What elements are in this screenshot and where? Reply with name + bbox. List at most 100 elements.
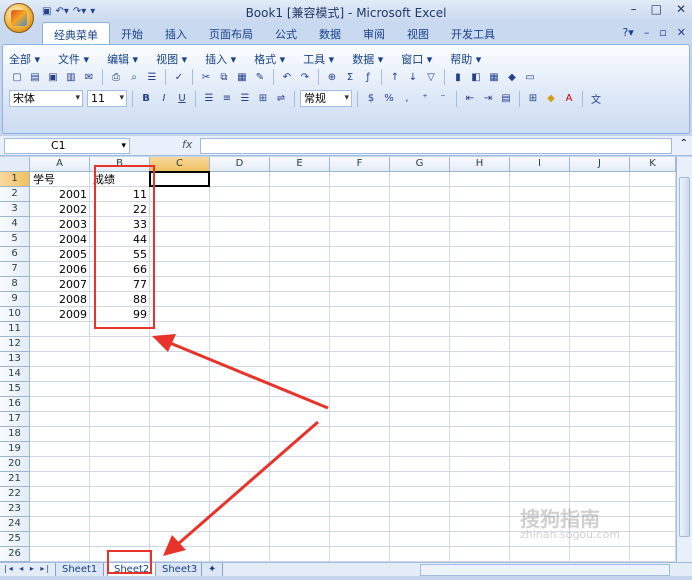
email-icon[interactable]: ✉ bbox=[81, 69, 97, 85]
classic-menu-item[interactable]: 文件 ▾ bbox=[58, 51, 89, 67]
permission-icon[interactable]: ▥ bbox=[63, 69, 79, 85]
merge-center-icon[interactable]: ⊞ bbox=[255, 91, 271, 107]
row-header[interactable]: 10 bbox=[0, 307, 30, 322]
cell[interactable]: 2008 bbox=[30, 292, 90, 307]
ribbon-tab[interactable]: 插入 bbox=[154, 22, 198, 44]
row-header[interactable]: 19 bbox=[0, 442, 30, 457]
minimize-icon[interactable]: – bbox=[631, 2, 637, 16]
row-header[interactable]: 12 bbox=[0, 337, 30, 352]
autosum-icon[interactable]: Σ bbox=[342, 69, 358, 85]
column-header[interactable]: D bbox=[210, 157, 270, 172]
column-header[interactable]: J bbox=[570, 157, 630, 172]
row-header[interactable]: 3 bbox=[0, 202, 30, 217]
sort-descending-icon[interactable]: ↓ bbox=[405, 69, 421, 85]
row-header[interactable]: 6 bbox=[0, 247, 30, 262]
increase-decimal-icon[interactable]: ⁺ bbox=[417, 91, 433, 107]
row-header[interactable]: 16 bbox=[0, 397, 30, 412]
column-header[interactable]: I bbox=[510, 157, 570, 172]
column-header[interactable]: H bbox=[450, 157, 510, 172]
print-icon[interactable]: ⎙ bbox=[108, 69, 124, 85]
insert-sheet-icon[interactable]: ✦ bbox=[201, 563, 224, 577]
classic-menu-item[interactable]: 窗口 ▾ bbox=[401, 51, 432, 67]
align-right-icon[interactable]: ☰ bbox=[237, 91, 253, 107]
row-header[interactable]: 2 bbox=[0, 187, 30, 202]
classic-menu-item[interactable]: 视图 ▾ bbox=[156, 51, 187, 67]
name-box[interactable]: C1 bbox=[4, 138, 130, 154]
row-header[interactable]: 23 bbox=[0, 502, 30, 517]
row-header[interactable]: 24 bbox=[0, 517, 30, 532]
folder-icon[interactable]: ▭ bbox=[522, 69, 538, 85]
currency-icon[interactable]: $ bbox=[363, 91, 379, 107]
ribbon-restore-icon[interactable]: ▫ bbox=[659, 26, 666, 39]
comma-icon[interactable]: , bbox=[399, 91, 415, 107]
column-header[interactable]: A bbox=[30, 157, 90, 172]
ribbon-tab[interactable]: 开发工具 bbox=[440, 22, 506, 44]
cell[interactable]: 2002 bbox=[30, 202, 90, 217]
column-header[interactable]: F bbox=[330, 157, 390, 172]
column-header[interactable]: E bbox=[270, 157, 330, 172]
row-header[interactable]: 20 bbox=[0, 457, 30, 472]
row-header[interactable]: 22 bbox=[0, 487, 30, 502]
row-header[interactable]: 21 bbox=[0, 472, 30, 487]
cell[interactable]: 2005 bbox=[30, 247, 90, 262]
close-icon[interactable]: ✕ bbox=[676, 2, 686, 16]
ribbon-close-icon[interactable]: ✕ bbox=[677, 26, 686, 39]
fill-color-icon[interactable]: ◆ bbox=[543, 91, 559, 107]
wrap-text-icon[interactable]: ⇌ bbox=[273, 91, 289, 107]
row-header[interactable]: 7 bbox=[0, 262, 30, 277]
row-header[interactable]: 5 bbox=[0, 232, 30, 247]
format-painter-icon[interactable]: ✎ bbox=[252, 69, 268, 85]
row-header[interactable]: 1 bbox=[0, 172, 30, 187]
font-color-icon[interactable]: A bbox=[561, 91, 577, 107]
ribbon-minimize-icon[interactable]: – bbox=[644, 26, 650, 39]
formula-input[interactable] bbox=[200, 138, 672, 154]
row-header[interactable]: 9 bbox=[0, 292, 30, 307]
horizontal-scrollbar[interactable] bbox=[420, 564, 670, 576]
decrease-indent-icon[interactable]: ⇤ bbox=[462, 91, 478, 107]
new-icon[interactable]: ▢ bbox=[9, 69, 25, 85]
maximize-icon[interactable]: □ bbox=[651, 2, 662, 16]
font-size-combo[interactable]: 11 bbox=[87, 90, 127, 107]
ribbon-tab[interactable]: 审阅 bbox=[352, 22, 396, 44]
drawing-icon[interactable]: ◧ bbox=[468, 69, 484, 85]
italic-button[interactable]: I bbox=[156, 91, 172, 107]
underline-button[interactable]: U bbox=[174, 91, 190, 107]
sheet-tab[interactable]: Sheet3 bbox=[155, 563, 205, 577]
cell[interactable]: 2001 bbox=[30, 187, 90, 202]
research-icon[interactable]: ☰ bbox=[144, 69, 160, 85]
classic-menu-item[interactable]: 插入 ▾ bbox=[205, 51, 236, 67]
expand-formula-bar-icon[interactable]: ⌃ bbox=[680, 138, 688, 149]
row-header[interactable]: 4 bbox=[0, 217, 30, 232]
ribbon-tab[interactable]: 公式 bbox=[264, 22, 308, 44]
cut-icon[interactable]: ✂ bbox=[198, 69, 214, 85]
row-header[interactable]: 26 bbox=[0, 547, 30, 562]
align-center-icon[interactable]: ≡ bbox=[219, 91, 235, 107]
office-button[interactable] bbox=[4, 3, 34, 33]
help-icon[interactable]: ?▾ bbox=[622, 26, 633, 39]
classic-menu-item[interactable]: 工具 ▾ bbox=[303, 51, 334, 67]
cell[interactable]: 2006 bbox=[30, 262, 90, 277]
cell[interactable]: 2003 bbox=[30, 217, 90, 232]
open-icon[interactable]: ▤ bbox=[27, 69, 43, 85]
row-header[interactable]: 18 bbox=[0, 427, 30, 442]
bold-button[interactable]: B bbox=[138, 91, 154, 107]
cell[interactable]: 2004 bbox=[30, 232, 90, 247]
classic-menu-item[interactable]: 格式 ▾ bbox=[254, 51, 285, 67]
increase-indent-icon[interactable]: ⇥ bbox=[480, 91, 496, 107]
row-header[interactable]: 13 bbox=[0, 352, 30, 367]
column-header[interactable]: K bbox=[630, 157, 676, 172]
row-header[interactable]: 14 bbox=[0, 367, 30, 382]
classic-menu-item[interactable]: 数据 ▾ bbox=[352, 51, 383, 67]
ribbon-tab[interactable]: 视图 bbox=[396, 22, 440, 44]
ribbon-tab[interactable]: 页面布局 bbox=[198, 22, 264, 44]
cell[interactable]: 2009 bbox=[30, 307, 90, 322]
insert-function-icon[interactable]: fx bbox=[182, 138, 192, 151]
ribbon-tab[interactable]: 数据 bbox=[308, 22, 352, 44]
sort-ascending-icon[interactable]: ↑ bbox=[387, 69, 403, 85]
phonetic-icon[interactable]: 文 bbox=[588, 91, 604, 107]
function-icon[interactable]: ƒ bbox=[360, 69, 376, 85]
decrease-decimal-icon[interactable]: ⁻ bbox=[435, 91, 451, 107]
print-preview-icon[interactable]: ⌕ bbox=[126, 69, 142, 85]
copy-icon[interactable]: ⧉ bbox=[216, 69, 232, 85]
filter-icon[interactable]: ▽ bbox=[423, 69, 439, 85]
